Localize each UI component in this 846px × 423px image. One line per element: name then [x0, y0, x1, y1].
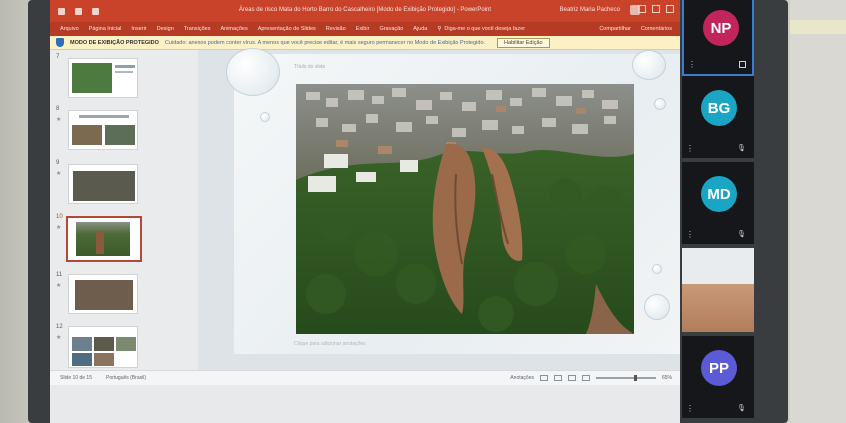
status-right: Anotações 65% — [510, 375, 672, 381]
decorative-bubble — [632, 50, 666, 80]
lightbulb-icon: ⚲ — [437, 26, 442, 32]
participant-tile[interactable]: NP ⋮ — [682, 0, 754, 76]
thumb-number: 7 — [56, 54, 60, 60]
slide-count: Slide 10 de 15 — [60, 375, 92, 381]
zoom-level[interactable]: 65% — [662, 375, 672, 381]
ribbon-right-actions: Compartilhar Comentários — [599, 26, 672, 32]
thumb-number: 12 — [56, 324, 63, 330]
decorative-bubble — [652, 264, 662, 274]
participant-avatar: PP — [701, 350, 737, 386]
protected-view-label: MODO DE EXIBIÇÃO PROTEGIDO — [70, 39, 159, 46]
slide-thumbnails-pane[interactable]: 7 8 ★ 9 ★ 10 ★ 11 ★ 12 ★ — [50, 50, 198, 370]
participant-avatar: BG — [701, 90, 737, 126]
tab-inserir[interactable]: Inserir — [131, 26, 146, 32]
mic-muted-icon: 🎙 — [737, 145, 746, 152]
transition-star-icon: ★ — [56, 283, 62, 289]
decorative-bubble — [644, 294, 670, 320]
maximize-icon[interactable] — [652, 5, 660, 13]
tab-gravacao[interactable]: Gravação — [379, 26, 403, 32]
pin-icon[interactable] — [739, 61, 746, 68]
slide-thumbnail[interactable] — [68, 58, 138, 98]
shield-icon — [56, 38, 64, 47]
normal-view-icon[interactable] — [539, 375, 548, 381]
transition-star-icon: ★ — [56, 225, 62, 231]
status-bar: Slide 10 de 15 Português (Brasil) Anotaç… — [50, 370, 680, 385]
participant-tile[interactable]: MD ⋮ 🎙 — [682, 162, 754, 244]
decorative-bubble — [260, 112, 270, 122]
tab-ajuda[interactable]: Ajuda — [413, 26, 427, 32]
video-background-shelf — [682, 284, 754, 332]
tab-exibir[interactable]: Exibir — [356, 26, 370, 32]
background-wall — [790, 0, 846, 423]
more-options-icon[interactable]: ⋮ — [686, 145, 694, 153]
landslide-aerial-photo[interactable] — [296, 84, 634, 334]
slide-thumbnail-active[interactable] — [66, 216, 142, 262]
ribbon-tabs: Arquivo Página Inicial Inserir Design Tr… — [50, 22, 680, 36]
protected-view-bar: MODO DE EXIBIÇÃO PROTEGIDO Cuidado: anex… — [50, 36, 680, 50]
mic-muted-icon: 🎙 — [737, 405, 746, 412]
tell-me-box[interactable]: ⚲ Diga-me o que você deseja fazer — [437, 26, 525, 32]
tab-transicoes[interactable]: Transições — [184, 26, 211, 32]
zoom-slider-handle[interactable] — [633, 375, 637, 381]
more-options-icon[interactable]: ⋮ — [688, 61, 696, 69]
landslide-image — [296, 84, 634, 334]
close-icon[interactable] — [666, 5, 674, 13]
participant-video-tile[interactable] — [682, 248, 754, 332]
participant-avatar: MD — [701, 176, 737, 212]
decorative-bubble — [654, 98, 666, 110]
decorative-bubble — [226, 48, 280, 96]
tab-animacoes[interactable]: Animações — [220, 26, 247, 32]
tab-pagina-inicial[interactable]: Página Inicial — [89, 26, 122, 32]
transition-star-icon: ★ — [56, 117, 62, 123]
video-background-wall — [682, 248, 754, 284]
workspace: 7 8 ★ 9 ★ 10 ★ 11 ★ 12 ★ Título do slide… — [50, 48, 680, 370]
wall-trim — [790, 20, 846, 34]
transition-star-icon: ★ — [56, 171, 62, 177]
slide-thumbnail[interactable] — [68, 274, 138, 314]
tab-arquivo[interactable]: Arquivo — [60, 26, 79, 32]
language-indicator[interactable]: Português (Brasil) — [106, 375, 146, 381]
thumb-number: 9 — [56, 160, 60, 166]
protected-view-message: Cuidado: anexos podem conter vírus. A me… — [164, 39, 486, 46]
slide-thumbnail[interactable] — [68, 326, 138, 368]
notes-placeholder[interactable]: Clique para adicionar anotações — [294, 341, 366, 347]
mic-muted-icon: 🎙 — [737, 231, 746, 238]
user-name[interactable]: Beatriz Maria Pacheco — [560, 7, 620, 13]
slide-sorter-icon[interactable] — [553, 375, 562, 381]
reading-view-icon[interactable] — [567, 375, 576, 381]
tab-apresentacao[interactable]: Apresentação de Slides — [258, 26, 316, 32]
window-controls — [638, 5, 674, 13]
meeting-participant-panel: NP ⋮ BG ⋮ 🎙 MD ⋮ 🎙 PP ⋮ 🎙 — [680, 0, 754, 423]
title-bar: Áreas de risco Mata do Horto Barro do Ca… — [50, 0, 680, 22]
tab-design[interactable]: Design — [157, 26, 174, 32]
comments-button[interactable]: Comentários — [641, 26, 672, 32]
photo-scene: Áreas de risco Mata do Horto Barro do Ca… — [0, 0, 846, 423]
thumb-number: 11 — [56, 272, 63, 278]
slideshow-icon[interactable] — [581, 375, 590, 381]
enable-editing-button[interactable]: Habilitar Edição — [497, 37, 550, 48]
slide-title-placeholder[interactable]: Título do slide — [294, 64, 325, 70]
share-button[interactable]: Compartilhar — [599, 26, 630, 32]
powerpoint-window: Áreas de risco Mata do Horto Barro do Ca… — [50, 0, 680, 385]
more-options-icon[interactable]: ⋮ — [686, 405, 694, 413]
thumb-number: 8 — [56, 106, 60, 112]
tell-me-text: Diga-me o que você deseja fazer — [444, 26, 526, 32]
slide-editing-area[interactable]: Título do slide Clique para adicionar an… — [198, 48, 680, 370]
transition-star-icon: ★ — [56, 335, 62, 341]
screen-lower-area — [50, 385, 680, 423]
notes-button[interactable]: Anotações — [510, 375, 534, 381]
participant-tile[interactable]: BG ⋮ 🎙 — [682, 76, 754, 158]
current-slide[interactable]: Título do slide Clique para adicionar an… — [226, 48, 680, 354]
slide-thumbnail[interactable] — [68, 164, 138, 204]
participant-tile[interactable]: PP ⋮ 🎙 — [682, 336, 754, 418]
zoom-slider[interactable] — [595, 375, 656, 381]
participant-avatar: NP — [703, 10, 739, 46]
minimize-icon[interactable] — [638, 5, 646, 13]
more-options-icon[interactable]: ⋮ — [686, 231, 694, 239]
tab-revisao[interactable]: Revisão — [326, 26, 346, 32]
slide-thumbnail[interactable] — [68, 110, 138, 150]
thumb-number: 10 — [56, 214, 63, 220]
